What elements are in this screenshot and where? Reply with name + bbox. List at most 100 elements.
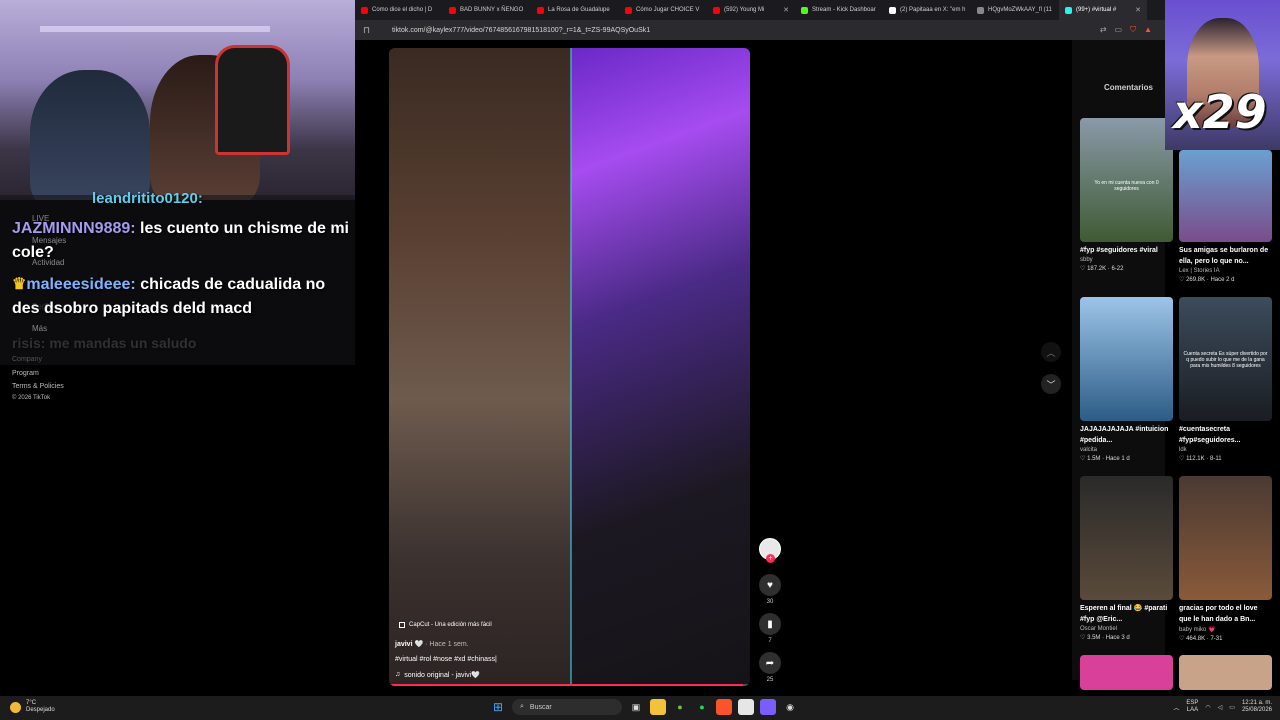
video-thumbnail (1080, 476, 1173, 600)
bookmark-icon[interactable]: ⊓ (363, 25, 370, 36)
webcam-small: x29 (1165, 0, 1280, 150)
video-sound[interactable]: ♫ sonido original - javivi🤍 (395, 671, 480, 679)
next-video-button[interactable]: ﹀ (1041, 374, 1061, 394)
screen: Como dice el dicho | D BAD BUNNY x ÑENGO… (0, 0, 1280, 720)
chat-username: leandritito0120: (92, 190, 203, 207)
notepad-icon[interactable] (738, 699, 754, 715)
related-video-card[interactable]: Sus amigas se burlaron de ella, pero lo … (1179, 150, 1272, 283)
language-indicator[interactable]: ESP LAA (1186, 700, 1198, 714)
stream-chat: leandritito0120: LIVE JAZMINNN9889: les … (0, 190, 355, 365)
browser-tab[interactable]: La Rosa de Guadalupe (531, 0, 619, 20)
translate-icon[interactable]: ⇄ (1100, 25, 1107, 35)
footer-terms[interactable]: Terms & Policies (12, 383, 64, 390)
chevron-up-icon[interactable]: ︿ (1173, 703, 1179, 712)
wifi-icon[interactable]: ◠ (1205, 704, 1210, 711)
related-video-card[interactable]: Esperen al final 😂 #parati #fyp @Eric...… (1080, 476, 1173, 641)
url-field[interactable]: tiktok.com/@kaylex777/video/767485616798… (392, 27, 650, 34)
comments-tab[interactable]: Comentarios (1104, 83, 1153, 92)
share-count: 25 (766, 677, 774, 683)
taskbar-search[interactable]: ⌕ Buscar (512, 699, 622, 715)
close-tab-icon[interactable]: ✕ (783, 6, 789, 14)
spotify-icon[interactable]: ● (694, 699, 710, 715)
shield-icon[interactable]: ⛉ (1130, 25, 1136, 35)
chevron-down-icon: ﹀ (1046, 379, 1056, 390)
video-thumbnail (1179, 150, 1272, 242)
share-button[interactable]: ➦ (759, 652, 781, 674)
heart-icon: ♡ (1080, 266, 1086, 272)
brave-browser-icon[interactable] (716, 699, 732, 715)
chat-username: maleeesideee: (26, 276, 136, 293)
browser-tab[interactable]: Stream - Kick Dashboar (795, 0, 883, 20)
battery-icon[interactable]: ▭ (1229, 704, 1235, 711)
search-icon: ⌕ (520, 703, 524, 710)
app-icon[interactable] (760, 699, 776, 715)
video-progress-bar[interactable] (389, 684, 750, 686)
address-bar-actions: ⇄ ▭ ⛉ ▲ (1100, 25, 1152, 35)
like-button[interactable]: ♥ (759, 574, 781, 596)
browser-tab[interactable]: BAD BUNNY x ÑENGO (443, 0, 531, 20)
browser-tab[interactable]: (592) Young Mi ✕ (707, 0, 795, 20)
video-author[interactable]: javivi 🤍 · Hace 1 sem. (395, 640, 469, 648)
youtube-icon (537, 6, 544, 14)
sidebar-item-actividad[interactable]: Actividad (32, 258, 64, 267)
video-hashtags[interactable]: #virtual #rol #nose #xd #chinass| (395, 656, 497, 663)
kick-icon (801, 6, 808, 14)
heart-icon: ♡ (1179, 636, 1185, 642)
task-view-icon[interactable]: ▣ (628, 699, 644, 715)
sidebar-item-perfil[interactable]: Perfil (32, 302, 50, 311)
footer-program[interactable]: Program (12, 370, 39, 377)
gaming-chair (215, 45, 290, 155)
footer-company[interactable]: Company (12, 356, 42, 363)
youtube-icon (625, 6, 632, 14)
weather-widget[interactable]: 7°C Despejado (10, 700, 55, 714)
volume-icon[interactable]: ◁ (1218, 704, 1223, 711)
heart-icon: ♡ (1080, 635, 1086, 641)
shelf (40, 26, 270, 32)
bookmark-icon: ▮ (767, 618, 773, 630)
follow-plus-icon[interactable]: + (766, 554, 775, 563)
author-avatar[interactable]: + (759, 538, 781, 563)
file-explorer-icon[interactable] (650, 699, 666, 715)
sidebar-item-mensajes[interactable]: Mensajes (32, 236, 66, 245)
x-icon (889, 6, 896, 14)
chat-message: ♛maleeesideee: chicads de cadualida no d… (12, 273, 352, 321)
video-thumbnail[interactable] (1179, 655, 1272, 690)
rewards-icon[interactable]: ▲ (1144, 25, 1152, 35)
webcam-main (0, 0, 355, 200)
heart-icon: ♡ (1179, 277, 1185, 283)
heart-icon: ♡ (1080, 456, 1086, 462)
youtube-icon (713, 6, 720, 14)
close-tab-icon[interactable]: ✕ (1135, 6, 1141, 14)
like-count: 30 (766, 599, 774, 605)
browser-tab[interactable]: (2) Papitaaa en X: "em h (883, 0, 971, 20)
browser-tab-active[interactable]: (99+) #virtual # ✕ (1059, 0, 1147, 20)
clock[interactable]: 12:21 a. m. 25/08/2026 (1242, 700, 1272, 714)
xbox-icon[interactable]: ● (672, 699, 688, 715)
related-video-card[interactable]: gracias por todo el love que le han dado… (1179, 476, 1272, 642)
cast-icon[interactable]: ▭ (1115, 25, 1123, 35)
video-player[interactable]: CapCut - Una edición más fácil javivi 🤍 … (389, 48, 750, 686)
moon-icon (10, 701, 21, 713)
action-rail: + ♥ 30 ▮ 7 ➦ 25 (758, 538, 782, 683)
crown-icon: ♛ (12, 276, 27, 293)
windows-start-icon[interactable]: ⊞ (490, 699, 506, 715)
related-video-card[interactable]: Yo en mi cuenta nueva con 0 seguidores #… (1080, 118, 1173, 272)
browser-tab[interactable]: HQgvMoZWkAAY_fl (11 (971, 0, 1059, 20)
previous-video-button[interactable]: ︿ (1041, 342, 1061, 362)
browser-tab[interactable]: Cómo Jugar CHOICE V (619, 0, 707, 20)
video-thumbnail[interactable] (1080, 655, 1173, 690)
related-video-card[interactable]: Cuenta secreta Es súper divertido por q … (1179, 297, 1272, 462)
related-video-card[interactable]: JAJAJAJAJAJA #intuicion #pedida... valci… (1080, 297, 1173, 462)
capcut-link[interactable]: CapCut - Una edición más fácil (399, 622, 492, 628)
heart-icon: ♡ (1179, 456, 1185, 462)
tiktok-icon (1065, 6, 1072, 14)
video-thumbnail (1080, 297, 1173, 421)
save-button[interactable]: ▮ (759, 613, 781, 635)
taskbar-apps: ⊞ ⌕ Buscar ▣ ● ● ◉ (490, 699, 798, 715)
obs-icon[interactable]: ◉ (782, 699, 798, 715)
browser-tab[interactable]: Como dice el dicho | D (355, 0, 443, 20)
address-bar: ⊓ tiktok.com/@kaylex777/video/7674856167… (355, 20, 1280, 40)
capcut-icon (399, 622, 405, 628)
heart-icon: ♥ (767, 579, 773, 591)
save-count: 7 (768, 638, 772, 644)
